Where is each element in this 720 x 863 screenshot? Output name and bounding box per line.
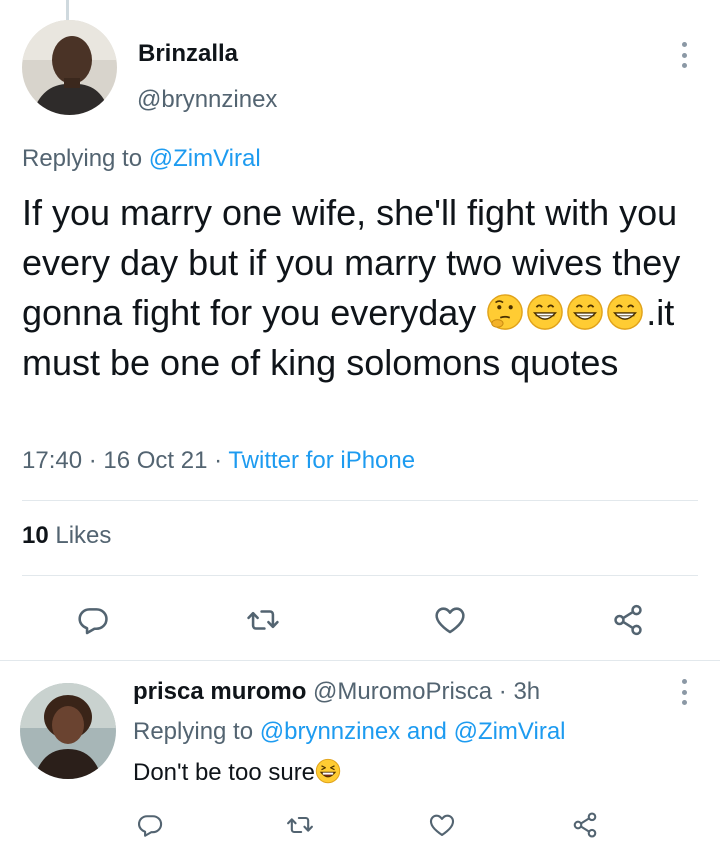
reply-avatar[interactable] xyxy=(20,683,116,779)
tweet-meta: 17:40 · 16 Oct 21 · Twitter for iPhone xyxy=(22,447,415,475)
likes-label: Likes xyxy=(48,522,112,549)
like-button[interactable] xyxy=(430,600,470,640)
reply-button[interactable] xyxy=(133,808,167,842)
share-icon xyxy=(573,812,597,838)
reply-button[interactable] xyxy=(73,600,113,640)
reply-icon xyxy=(78,608,108,635)
reply-text-content: Don't be too sure xyxy=(133,759,316,786)
grinning-face-emoji-icon xyxy=(607,294,644,330)
like-icon xyxy=(429,814,455,836)
share-icon xyxy=(614,604,642,636)
retweet-button[interactable] xyxy=(243,600,283,640)
more-options-icon[interactable] xyxy=(679,679,689,705)
replying-mention-link[interactable]: @ZimViral xyxy=(149,145,261,172)
reply-author-handle-time[interactable]: @MuromoPrisca · 3h xyxy=(306,678,540,705)
avatar[interactable] xyxy=(22,20,117,115)
laughing-face-emoji-icon xyxy=(315,758,341,784)
like-button[interactable] xyxy=(425,808,459,842)
reply-header: prisca muromo @MuromoPrisca · 3h xyxy=(133,678,540,706)
grinning-face-emoji-icon xyxy=(527,294,564,330)
reply-author-name[interactable]: prisca muromo xyxy=(133,678,306,705)
divider xyxy=(22,500,698,501)
replying-to: Replying to @ZimViral xyxy=(22,145,261,173)
source-link[interactable]: Twitter for iPhone xyxy=(228,447,415,474)
divider xyxy=(0,660,720,661)
share-button[interactable] xyxy=(568,808,602,842)
replying-prefix: Replying to xyxy=(133,718,260,745)
divider xyxy=(22,575,698,576)
retweet-button[interactable] xyxy=(283,808,317,842)
likes-count[interactable]: 10 Likes xyxy=(22,522,111,550)
author-name[interactable]: Brinzalla xyxy=(138,40,238,68)
tweet-text: If you marry one wife, she'll fight with… xyxy=(22,188,702,388)
replying-mention-link[interactable]: @ZimViral xyxy=(454,718,566,745)
more-options-icon[interactable] xyxy=(679,42,689,68)
like-icon xyxy=(435,607,465,634)
likes-number: 10 xyxy=(22,522,49,549)
retweet-icon xyxy=(247,610,279,630)
replying-and: and xyxy=(400,718,454,745)
replying-prefix: Replying to xyxy=(22,145,149,172)
main-tweet: Brinzalla @brynnzinex Replying to @ZimVi… xyxy=(0,0,720,660)
author-handle[interactable]: @brynnzinex xyxy=(137,86,277,114)
reply-icon xyxy=(137,815,163,837)
replying-mention-link[interactable]: @brynnzinex xyxy=(260,718,400,745)
timestamp[interactable]: 17:40 · 16 Oct 21 · xyxy=(22,447,228,474)
reply-text: Don't be too sure xyxy=(133,758,343,787)
share-button[interactable] xyxy=(608,600,648,640)
retweet-icon xyxy=(287,816,313,834)
thinking-face-emoji-icon xyxy=(487,294,524,330)
reply-replying-to: Replying to @brynnzinex and @ZimViral xyxy=(133,718,566,746)
grinning-face-emoji-icon xyxy=(567,294,604,330)
